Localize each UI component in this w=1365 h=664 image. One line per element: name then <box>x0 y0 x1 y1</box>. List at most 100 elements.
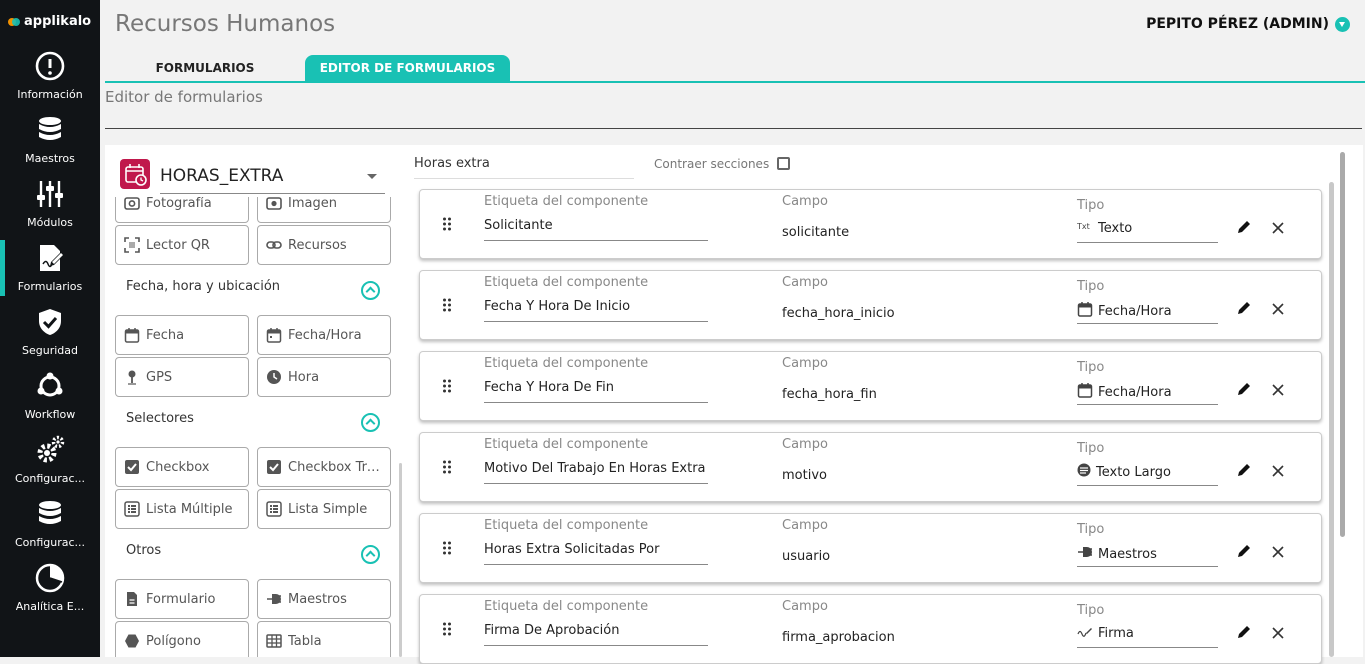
drag-handle-icon[interactable] <box>442 540 452 555</box>
palette-section-title: Otros <box>126 543 162 558</box>
component-label-input[interactable]: Fecha Y Hora De Inicio <box>484 299 630 314</box>
pencil-icon[interactable] <box>1236 462 1252 478</box>
palette-item-label: Checkbox Tres... <box>288 459 384 475</box>
component-label-input[interactable]: Horas Extra Solicitadas Por <box>484 542 659 557</box>
drag-handle-icon[interactable] <box>442 297 452 312</box>
sidebar-item-0[interactable]: Información <box>0 42 100 106</box>
pencil-icon[interactable] <box>1236 381 1252 397</box>
sidebar-item-7[interactable]: Configurac... <box>0 490 100 554</box>
pin-icon <box>124 369 140 385</box>
palette-item[interactable]: Fecha/Hora <box>257 315 391 355</box>
calendar-clock-icon <box>266 327 282 343</box>
palette-item[interactable]: GPS <box>115 357 249 397</box>
palette-item-label: Fotografía <box>146 195 212 211</box>
component-type: Texto <box>1098 220 1133 236</box>
component-type: Firma <box>1098 625 1134 641</box>
form-selector[interactable]: HORAS_EXTRA <box>105 145 407 197</box>
close-icon[interactable] <box>1271 544 1285 558</box>
palette-item[interactable]: Checkbox <box>115 447 249 487</box>
chevron-up-icon[interactable] <box>361 413 380 432</box>
sidebar-item-label: Módulos <box>27 216 73 229</box>
image-icon <box>266 195 282 211</box>
component-label-input[interactable]: Fecha Y Hora De Fin <box>484 380 614 395</box>
component-label-input[interactable]: Motivo Del Trabajo En Horas Extra <box>484 461 706 476</box>
palette-item[interactable]: Hora <box>257 357 391 397</box>
list-scrollbar[interactable] <box>1329 182 1334 657</box>
pencil-icon[interactable] <box>1236 543 1252 559</box>
palette-item[interactable]: Lector QR <box>115 225 249 265</box>
chevron-up-icon[interactable] <box>361 545 380 564</box>
signature-icon <box>1077 625 1093 641</box>
drag-handle-icon[interactable] <box>442 378 452 393</box>
component-type-select[interactable]: Fecha/Hora <box>1077 382 1172 402</box>
sidebar-item-3[interactable]: Formularios <box>0 234 100 298</box>
component-label-input[interactable]: Solicitante <box>484 218 553 233</box>
close-icon[interactable] <box>1271 382 1285 396</box>
palette-item[interactable]: Checkbox Tres... <box>257 447 391 487</box>
calendar-clock-icon <box>120 159 150 189</box>
pencil-icon[interactable] <box>1236 624 1252 640</box>
component-card[interactable]: Etiqueta del componente Horas Extra Solic… <box>419 513 1322 583</box>
component-type-select[interactable]: Firma <box>1077 625 1134 641</box>
brand-name: applikalo <box>24 14 92 29</box>
chevron-up-icon[interactable] <box>361 281 380 300</box>
checkbox-icon <box>124 459 140 475</box>
component-type-select[interactable]: Fecha/Hora <box>1077 301 1172 321</box>
palette-item[interactable]: Fecha <box>115 315 249 355</box>
close-icon[interactable] <box>1271 301 1285 315</box>
palette-item[interactable]: Formulario <box>115 579 249 619</box>
sidebar-item-4[interactable]: Seguridad <box>0 298 100 362</box>
component-card[interactable]: Etiqueta del componente Fecha Y Hora De F… <box>419 351 1322 421</box>
palette-item[interactable]: Maestros <box>257 579 391 619</box>
input-underline <box>484 564 708 565</box>
main-area: Recursos Humanos PEPITO PÉREZ (ADMIN) FO… <box>100 0 1365 664</box>
palette-item-label: Fecha <box>146 327 185 343</box>
palette-scrollbar[interactable] <box>399 463 402 657</box>
drag-handle-icon[interactable] <box>442 459 452 474</box>
component-type-select[interactable]: Maestros <box>1077 544 1157 564</box>
drag-handle-icon[interactable] <box>442 621 452 636</box>
sidebar-item-2[interactable]: Módulos <box>0 170 100 234</box>
component-type: Maestros <box>1098 546 1157 562</box>
drag-handle-icon[interactable] <box>442 216 452 231</box>
plug-icon <box>1077 544 1093 564</box>
page-scrollbar[interactable] <box>1340 152 1345 537</box>
close-icon[interactable] <box>1271 463 1285 477</box>
component-type-select[interactable]: Texto Largo <box>1077 463 1171 481</box>
chevron-down-icon[interactable] <box>1335 16 1350 32</box>
tab-editor-formularios[interactable]: EDITOR DE FORMULARIOS <box>305 55 510 81</box>
sidebar-item-label: Configurac... <box>14 472 86 485</box>
component-card[interactable]: Etiqueta del componente Motivo Del Trabaj… <box>419 432 1322 502</box>
component-type-select[interactable]: Txt Texto <box>1076 220 1133 236</box>
app-logo[interactable]: applikalo <box>8 14 91 29</box>
component-card[interactable]: Etiqueta del componente Fecha Y Hora De I… <box>419 270 1322 340</box>
component-card[interactable]: Etiqueta del componente Solicitante Campo s… <box>419 189 1322 259</box>
select-underline <box>160 193 385 194</box>
caret-down-icon[interactable] <box>367 174 377 179</box>
component-card[interactable]: Etiqueta del componente Firma De Aprobaci… <box>419 594 1322 664</box>
component-label-input[interactable]: Firma De Aprobación <box>484 623 620 638</box>
palette-item[interactable]: Lista Simple <box>257 489 391 529</box>
sidebar-item-1[interactable]: Maestros <box>0 106 100 170</box>
sidebar-item-8[interactable]: Analítica E... <box>0 554 100 618</box>
close-icon[interactable] <box>1271 625 1285 639</box>
field-header: Campo <box>782 437 828 452</box>
close-icon[interactable] <box>1271 220 1285 234</box>
tab-formularios[interactable]: FORMULARIOS <box>105 55 305 81</box>
user-menu[interactable]: PEPITO PÉREZ (ADMIN) <box>1146 16 1350 32</box>
input-underline <box>484 645 708 646</box>
section-name[interactable]: Horas extra <box>414 156 490 171</box>
input-underline <box>484 321 708 322</box>
pencil-icon[interactable] <box>1236 300 1252 316</box>
sidebar-item-label: Formularios <box>17 280 83 293</box>
divider <box>105 128 1362 129</box>
sidebar-item-5[interactable]: Workflow <box>0 362 100 426</box>
component-field: firma_aprobacion <box>782 630 895 645</box>
palette-item[interactable]: Lista Múltiple <box>115 489 249 529</box>
collapse-sections-checkbox[interactable] <box>777 157 790 170</box>
pencil-icon[interactable] <box>1236 219 1252 235</box>
sidebar-item-6[interactable]: Configurac... <box>0 426 100 490</box>
palette-item[interactable]: Polígono <box>115 621 249 657</box>
palette-item[interactable]: Recursos <box>257 225 391 265</box>
palette-item[interactable]: Tabla <box>257 621 391 657</box>
